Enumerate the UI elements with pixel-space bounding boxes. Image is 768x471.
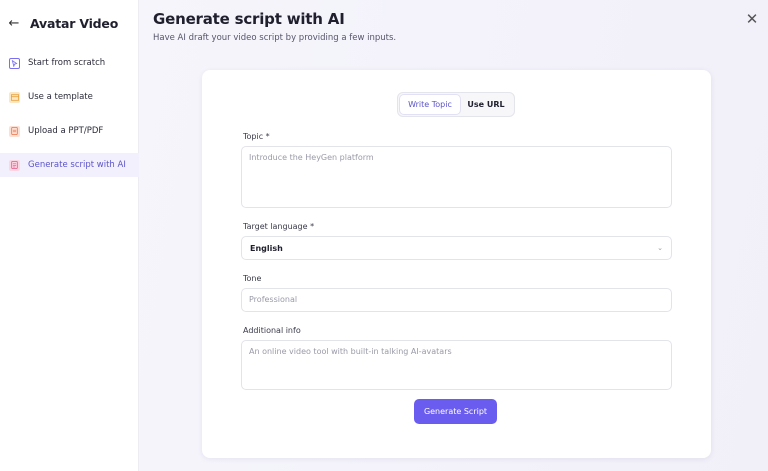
- tone-label: Tone: [243, 274, 262, 283]
- target-language-label: Target language *: [243, 222, 315, 231]
- mode-tabs: Write Topic Use URL: [397, 92, 515, 117]
- topic-label: Topic *: [243, 132, 270, 141]
- sidebar-item-generate-script-with-ai[interactable]: Generate script with AI: [0, 153, 139, 177]
- page-subtitle: Have AI draft your video script by provi…: [153, 33, 397, 43]
- sidebar-item-label: Start from scratch: [28, 58, 106, 68]
- ai-script-icon: [9, 159, 20, 171]
- sidebar: ← Avatar Video Start from scratch Use a …: [0, 0, 139, 471]
- sidebar-header: ← Avatar Video: [8, 12, 119, 34]
- page-title: Generate script with AI: [153, 10, 345, 28]
- target-language-select[interactable]: English ⌄: [241, 236, 672, 260]
- topic-input[interactable]: Introduce the HeyGen platform: [241, 146, 672, 208]
- sidebar-item-label: Use a template: [28, 92, 93, 102]
- tab-use-url[interactable]: Use URL: [460, 95, 512, 114]
- chevron-down-icon: ⌄: [657, 244, 663, 252]
- additional-info-input[interactable]: An online video tool with built-in talki…: [241, 340, 672, 390]
- cursor-icon: [9, 57, 20, 69]
- arrow-left-icon[interactable]: ←: [8, 16, 20, 31]
- target-language-value: English: [250, 243, 283, 253]
- sidebar-item-start-from-scratch[interactable]: Start from scratch: [0, 51, 139, 75]
- script-form-card: Write Topic Use URL Topic * Introduce th…: [202, 70, 711, 458]
- tab-write-topic[interactable]: Write Topic: [400, 95, 460, 114]
- document-icon: [9, 125, 20, 137]
- close-icon[interactable]: ✕: [744, 11, 760, 27]
- sidebar-title: Avatar Video: [30, 15, 119, 31]
- template-icon: [9, 91, 20, 103]
- sidebar-item-label: Generate script with AI: [28, 160, 126, 170]
- tone-input[interactable]: Professional: [241, 288, 672, 312]
- sidebar-item-use-a-template[interactable]: Use a template: [0, 85, 139, 109]
- sidebar-item-upload-ppt-pdf[interactable]: Upload a PPT/PDF: [0, 119, 139, 143]
- additional-info-label: Additional info: [243, 326, 301, 335]
- generate-script-button[interactable]: Generate Script: [414, 399, 497, 424]
- sidebar-item-label: Upload a PPT/PDF: [28, 126, 104, 136]
